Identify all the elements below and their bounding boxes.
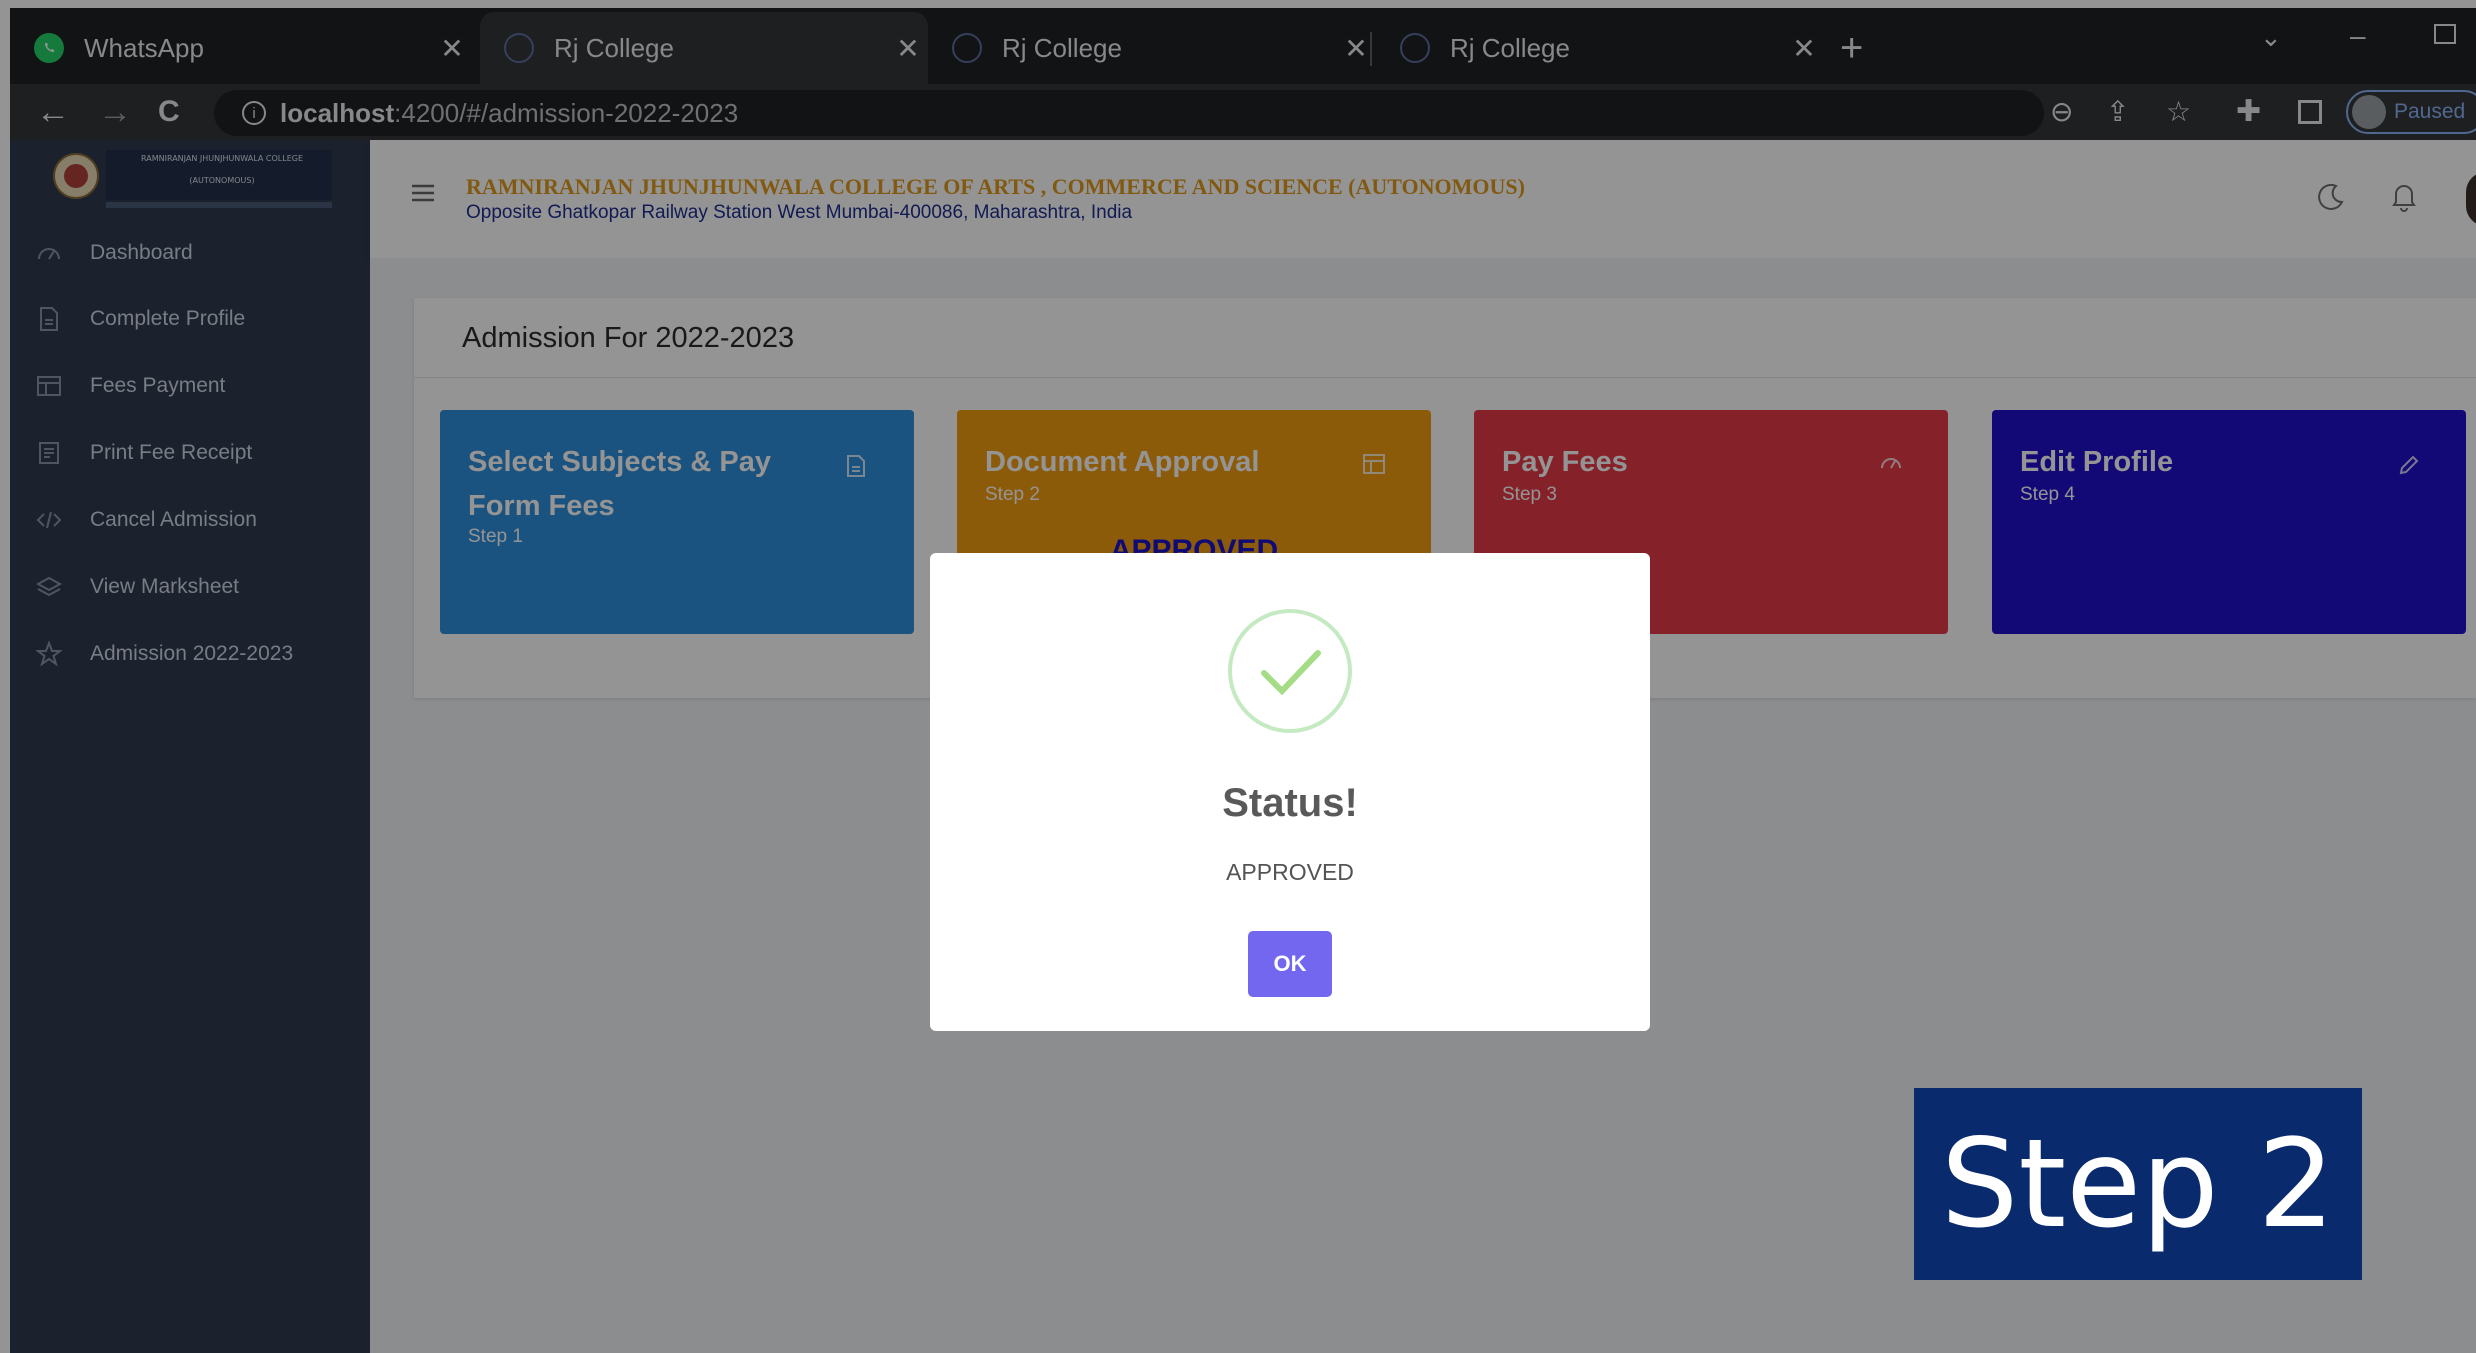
status-dialog: Status! APPROVED OK (930, 553, 1650, 1031)
step-caption: Step 2 (1914, 1088, 2362, 1280)
ok-button[interactable]: OK (1248, 931, 1332, 997)
screen: WhatsApp ✕ Rj College ✕ Rj College ✕ Rj … (0, 0, 2476, 1353)
dialog-text: APPROVED (1226, 859, 1354, 885)
success-check-icon (1228, 609, 1352, 733)
dialog-title: Status! (1222, 781, 1358, 825)
